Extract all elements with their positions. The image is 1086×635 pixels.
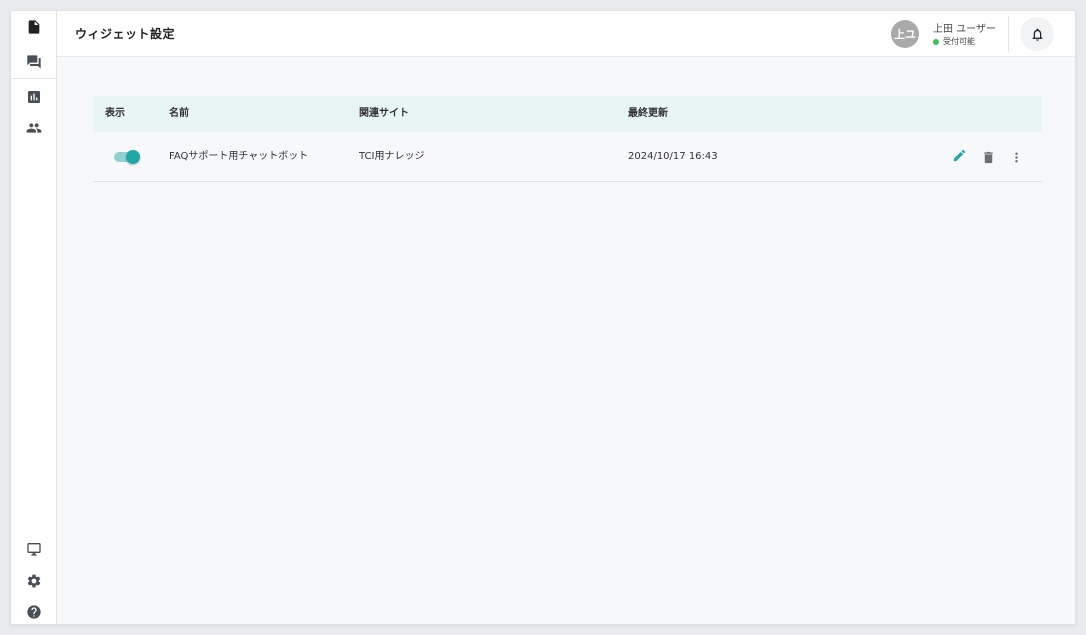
delete-button[interactable] bbox=[979, 148, 997, 166]
status-dot bbox=[933, 38, 939, 45]
more-button[interactable] bbox=[1007, 148, 1025, 166]
user-status: 受付可能 bbox=[933, 36, 975, 47]
avatar[interactable]: 上ユ bbox=[891, 20, 919, 48]
monitor-icon bbox=[27, 543, 41, 556]
column-header-updated: 最終更新 bbox=[628, 108, 668, 119]
user-status-label: 受付可能 bbox=[943, 37, 975, 46]
sidebar-item-monitor[interactable] bbox=[11, 534, 57, 564]
sidebar-item-analytics[interactable] bbox=[11, 82, 57, 112]
sidebar-item-documents[interactable] bbox=[11, 12, 57, 42]
toggle-thumb bbox=[126, 150, 140, 164]
notifications-button[interactable] bbox=[1020, 17, 1054, 51]
page-title: ウィジェット設定 bbox=[75, 27, 176, 41]
column-header-display: 表示 bbox=[105, 108, 125, 119]
header-divider bbox=[1008, 16, 1009, 52]
edit-button[interactable] bbox=[950, 146, 968, 164]
document-icon bbox=[28, 20, 40, 34]
table-header: 表示 名前 関連サイト 最終更新 bbox=[93, 96, 1042, 132]
bell-icon bbox=[1032, 28, 1042, 41]
pencil-icon bbox=[953, 149, 965, 161]
chat-icon bbox=[27, 55, 41, 69]
sidebar-item-users[interactable] bbox=[11, 113, 57, 143]
sidebar-divider bbox=[11, 78, 57, 79]
sidebar-item-help[interactable] bbox=[11, 597, 57, 624]
more-vertical-icon bbox=[1014, 152, 1018, 162]
help-icon bbox=[27, 605, 41, 619]
row-name[interactable]: FAQサポート用チャットボット bbox=[169, 132, 308, 182]
chart-icon bbox=[28, 91, 40, 103]
trash-icon bbox=[983, 151, 993, 163]
users-icon bbox=[26, 123, 42, 133]
sidebar-item-chat[interactable] bbox=[11, 47, 57, 77]
user-name: 上田 ユーザー bbox=[933, 24, 996, 35]
app-window: ウィジェット設定 上ユ 上田 ユーザー 受付可能 表示 名前 関連サイト 最終更… bbox=[10, 10, 1076, 625]
gear-icon bbox=[27, 574, 41, 588]
column-header-name: 名前 bbox=[169, 108, 189, 119]
row-updated: 2024/10/17 16:43 bbox=[628, 151, 718, 162]
column-header-site: 関連サイト bbox=[359, 108, 409, 119]
sidebar bbox=[11, 11, 57, 624]
top-header: ウィジェット設定 上ユ 上田 ユーザー 受付可能 bbox=[57, 11, 1075, 57]
sidebar-item-settings[interactable] bbox=[11, 566, 57, 596]
row-site: TCI用ナレッジ bbox=[359, 151, 425, 162]
table-row: FAQサポート用チャットボット TCI用ナレッジ 2024/10/17 16:4… bbox=[93, 132, 1042, 182]
display-toggle[interactable] bbox=[114, 150, 140, 164]
widget-table: 表示 名前 関連サイト 最終更新 FAQサポート用チャットボット TCI用ナレッ… bbox=[93, 96, 1042, 182]
